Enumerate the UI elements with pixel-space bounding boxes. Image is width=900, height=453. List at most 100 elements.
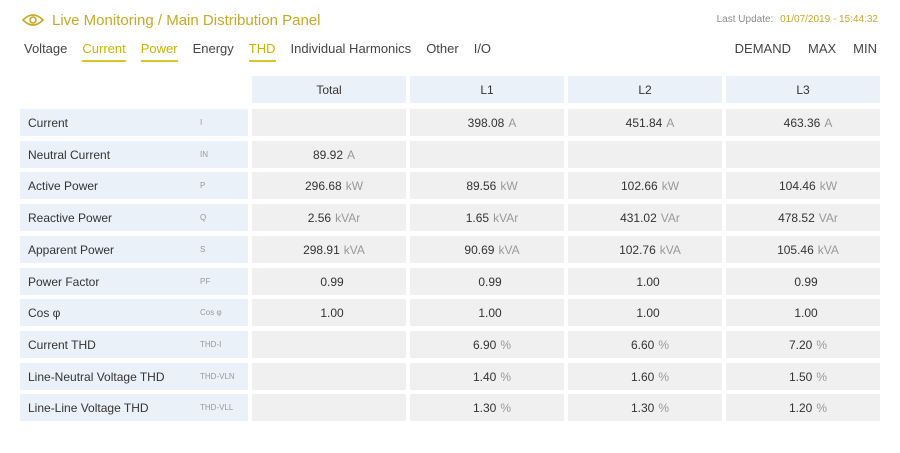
row-symbol: THD-I — [200, 340, 222, 349]
value-cell-total — [252, 109, 406, 136]
row-symbol: S — [200, 245, 206, 254]
cell-value: 1.30 — [472, 400, 497, 415]
cell-value: 296.68 — [304, 178, 342, 193]
cell-value: 89.92 — [312, 147, 343, 162]
row-name: Apparent Power — [28, 242, 115, 257]
value-cell-total: 296.68 kW — [252, 172, 406, 199]
tab-thd[interactable]: THD — [248, 41, 276, 62]
row-symbol: Q — [200, 213, 207, 222]
cell-unit: % — [658, 400, 670, 415]
cell-unit: % — [658, 369, 670, 384]
cell-unit: % — [500, 337, 512, 352]
value-cell-l1: 398.08 A — [410, 109, 564, 136]
page-title: Live Monitoring / Main Distribution Pane… — [52, 11, 321, 29]
measurement-tabs: Voltage Current Power Energy THD Individual H… — [24, 41, 506, 62]
cell-value: 1.00 — [794, 305, 818, 320]
value-cell-l3: 0.99 — [726, 268, 880, 295]
row-symbol: I — [200, 118, 203, 127]
tab-voltage[interactable]: Voltage — [24, 41, 67, 62]
cell-value: 1.40 — [472, 369, 497, 384]
row-label: Line-Line Voltage THD THD-VLL — [20, 394, 248, 421]
last-update-value: 01/07/2019 - 15:44:32 — [780, 14, 878, 25]
row-symbol: P — [200, 181, 206, 190]
cell-unit: kW — [661, 178, 680, 193]
cell-value: 0.99 — [794, 274, 818, 289]
column-header-total: Total — [252, 76, 406, 103]
cell-unit: kVA — [498, 242, 520, 257]
row-label: Line-Neutral Voltage THD THD-VLN — [20, 363, 248, 390]
value-cell-l3: 7.20% — [726, 331, 880, 358]
cell-unit: % — [816, 400, 828, 415]
value-cell-l2: 1.60% — [568, 363, 722, 390]
cell-value: 1.65 — [465, 210, 490, 225]
tab-individual-harmonics[interactable]: Individual Harmonics — [291, 41, 412, 62]
cell-unit: kVAr — [335, 210, 361, 225]
value-cell-l2: 1.30% — [568, 394, 722, 421]
row-name: Current THD — [28, 337, 96, 352]
last-update-label: Last Update: — [716, 14, 774, 25]
value-cell-total: 298.91 kVA — [252, 236, 406, 263]
cell-unit: kW — [345, 178, 364, 193]
row-name: Neutral Current — [28, 147, 111, 162]
value-cell-l3: 463.36 A — [726, 109, 880, 136]
mode-min-button[interactable]: MIN — [853, 41, 877, 56]
value-cell-l3: 1.00 — [726, 299, 880, 326]
cell-unit: kVA — [817, 242, 839, 257]
cell-value: 298.91 — [303, 242, 340, 257]
value-cell-l3: 1.50% — [726, 363, 880, 390]
value-cell-l1: 90.69 kVA — [410, 236, 564, 263]
row-name: Power Factor — [28, 274, 100, 289]
cell-unit: % — [816, 369, 828, 384]
cell-value: 104.46 — [778, 178, 816, 193]
column-header-l3: L3 — [726, 76, 880, 103]
cell-value: 102.66 — [620, 178, 658, 193]
row-label: Active Power P — [20, 172, 248, 199]
value-cell-l1: 6.90% — [410, 331, 564, 358]
tab-power[interactable]: Power — [140, 41, 178, 62]
row-label: Reactive Power Q — [20, 204, 248, 231]
cell-unit: kVA — [343, 242, 365, 257]
page-header: Live Monitoring / Main Distribution Pane… — [21, 10, 878, 30]
value-cell-l2: 1.00 — [568, 299, 722, 326]
cell-unit: A — [824, 115, 833, 130]
tab-current[interactable]: Current — [82, 41, 126, 62]
cell-value: 463.36 — [783, 115, 821, 130]
value-cell-l1: 1.00 — [410, 299, 564, 326]
row-label: Cos φ Cos φ — [20, 299, 248, 326]
value-cell-l2: 431.02 VAr — [568, 204, 722, 231]
cell-unit: A — [347, 147, 356, 162]
value-cell-total — [252, 394, 406, 421]
cell-unit: kVA — [659, 242, 681, 257]
mode-demand-button[interactable]: DEMAND — [735, 41, 791, 56]
row-name: Current — [28, 115, 69, 130]
row-name: Line-Neutral Voltage THD — [28, 369, 165, 384]
cell-unit: kW — [819, 178, 838, 193]
cell-value: 1.30 — [630, 400, 655, 415]
row-name: Line-Line Voltage THD — [28, 400, 149, 415]
tab-energy[interactable]: Energy — [193, 41, 234, 62]
value-cell-l2: 6.60% — [568, 331, 722, 358]
row-name: Cos φ — [28, 305, 61, 320]
last-update: Last Update: 01/07/2019 - 15:44:32 — [717, 14, 878, 25]
value-cell-l2: 1.00 — [568, 268, 722, 295]
value-cell-l3: 104.46 kW — [726, 172, 880, 199]
row-label: Power Factor PF — [20, 268, 248, 295]
row-symbol: THD-VLN — [200, 372, 235, 381]
row-symbol: Cos φ — [200, 308, 222, 317]
tab-i-o[interactable]: I/O — [474, 41, 491, 62]
value-cell-total — [252, 331, 406, 358]
cell-value: 105.46 — [777, 242, 814, 257]
value-cell-l1: 1.40% — [410, 363, 564, 390]
value-cell-l1 — [410, 141, 564, 168]
value-cell-l2: 451.84 A — [568, 109, 722, 136]
cell-value: 1.50 — [788, 369, 813, 384]
value-cell-total: 2.56 kVAr — [252, 204, 406, 231]
tab-other[interactable]: Other — [426, 41, 459, 62]
row-symbol: IN — [200, 150, 208, 159]
mode-max-button[interactable]: MAX — [808, 41, 836, 56]
value-cell-l3: 1.20% — [726, 394, 880, 421]
value-cell-l2 — [568, 141, 722, 168]
row-label: Current THD THD-I — [20, 331, 248, 358]
value-cell-l3: 105.46 kVA — [726, 236, 880, 263]
cell-value: 102.76 — [619, 242, 656, 257]
